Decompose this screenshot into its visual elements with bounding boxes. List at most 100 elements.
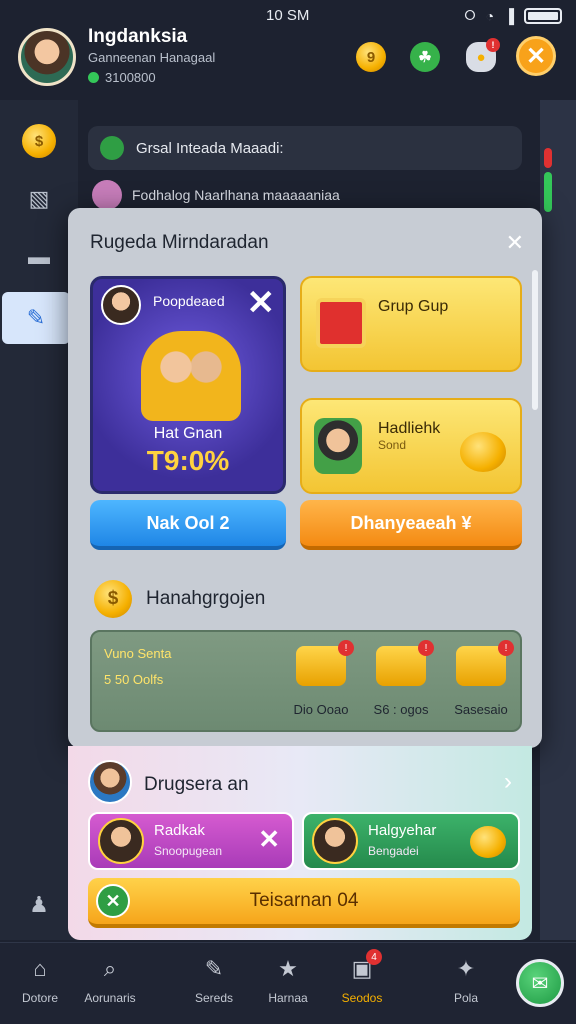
friend-card-pink[interactable]: Radkak Snoopugean ✕ bbox=[88, 812, 294, 870]
modal-close-icon[interactable]: ✕ bbox=[506, 230, 524, 256]
leaf-icon[interactable]: ☘ bbox=[410, 42, 440, 72]
reward-item[interactable]: ! S6 : ogos bbox=[366, 640, 436, 717]
panel-title: Drugsera an bbox=[144, 774, 249, 795]
nav-badge: 4 bbox=[366, 949, 382, 965]
user-avatar[interactable] bbox=[18, 28, 76, 86]
indicator-red bbox=[544, 148, 552, 168]
nav-item-pola[interactable]: ✦ Pola bbox=[426, 955, 506, 1005]
rail-profile-icon[interactable]: ♟ bbox=[18, 884, 60, 926]
left-rail: $ ▧ ▬ ✎ ♟ bbox=[0, 100, 78, 940]
user-id: 3100800 bbox=[88, 70, 156, 85]
friends-panel: Drugsera an › Radkak Snoopugean ✕ Halgye… bbox=[68, 746, 532, 940]
promo-name: Poopdeaed bbox=[153, 293, 225, 309]
reward-bars-icon: ! bbox=[456, 640, 514, 686]
rail-chat-icon[interactable]: ▧ bbox=[18, 178, 60, 220]
nav-item-harnaa[interactable]: ★ Harnaa bbox=[248, 955, 328, 1005]
app-header: Ingdanksia Ganneenan Hanagaal 3100800 9 … bbox=[0, 20, 576, 102]
user-name: Ingdanksia bbox=[88, 26, 188, 47]
home-icon: ⌂ bbox=[33, 956, 47, 981]
rewards-section-header: $ Hanahgrgojen bbox=[94, 580, 265, 618]
nav-label: Dotore bbox=[21, 991, 59, 1005]
nav-item-search[interactable]: ⌕ Aorunaris bbox=[70, 955, 150, 1005]
reward-item[interactable]: ! Sasesaio bbox=[446, 640, 516, 717]
profile-tile-title: Hadliehk bbox=[378, 420, 441, 437]
friend-card-title: Radkak bbox=[154, 822, 205, 839]
friend-card-subtitle: Bengadei bbox=[368, 844, 419, 858]
user-subtitle: Ganneenan Hanagaal bbox=[88, 50, 216, 65]
nav-item-seodos[interactable]: ▣ 4 Seodos bbox=[322, 949, 402, 1005]
feed-avatar bbox=[92, 180, 122, 210]
reward-badge: ! bbox=[338, 640, 354, 656]
reward-gold-icon: ! bbox=[376, 640, 434, 686]
search-icon: ⌕ bbox=[103, 956, 117, 981]
leaf-icon bbox=[100, 136, 124, 160]
reward-item[interactable]: ! Dio Ooao bbox=[286, 640, 356, 717]
feed-row[interactable]: Fodhalog Naarlhana maaaaaniaa bbox=[92, 180, 532, 210]
profile-tile[interactable]: Hadliehk Sond bbox=[300, 398, 522, 494]
dismiss-icon[interactable]: ✕ bbox=[258, 824, 280, 855]
coins-icon bbox=[470, 826, 506, 858]
reward-caption: S6 : ogos bbox=[373, 702, 429, 717]
nav-label: Sereds bbox=[194, 991, 234, 1005]
profile-tile-subtitle: Sond bbox=[378, 438, 407, 452]
gift-icon bbox=[316, 298, 366, 348]
rewards-label: Vuno Senta bbox=[104, 646, 172, 661]
primary-blue-button[interactable]: Nak Ool 2 bbox=[90, 500, 286, 550]
modal-title: Rugeda Mirndaradan bbox=[90, 232, 269, 253]
friend-avatar bbox=[98, 818, 144, 864]
coin-count: 9 bbox=[366, 48, 376, 66]
notice-card[interactable]: Grsal Inteada Maaadi: bbox=[88, 126, 522, 170]
sparkle-icon: ✦ bbox=[456, 956, 476, 981]
reward-caption: Dio Ooao bbox=[293, 702, 349, 717]
compose-fab-icon[interactable]: ✉ bbox=[516, 959, 564, 1007]
claim-button-label: Teisarnan 04 bbox=[249, 890, 359, 911]
nav-label: Seodos bbox=[341, 991, 383, 1005]
right-strip bbox=[540, 100, 576, 940]
rewards-value: 5 50 Oolfs bbox=[104, 672, 164, 687]
rail-edit-icon[interactable]: ✎ bbox=[2, 292, 70, 344]
promo-artwork bbox=[141, 331, 241, 421]
nav-item-home[interactable]: ⌂ Dotore bbox=[0, 955, 80, 1005]
coin-icon: $ bbox=[22, 124, 56, 158]
section-title: Hanahgrgojen bbox=[146, 588, 266, 609]
gift-tile-title: Grup Gup bbox=[378, 298, 449, 315]
close-icon[interactable]: ✕ bbox=[516, 36, 556, 76]
gift-tile[interactable]: Grup Gup bbox=[300, 276, 522, 372]
promo-avatar bbox=[101, 285, 141, 325]
online-status-icon bbox=[88, 72, 99, 83]
cloud-coin-icon[interactable]: ●! bbox=[466, 38, 500, 72]
friend-card-title: Halgyehar bbox=[368, 822, 437, 839]
notification-badge: ! bbox=[486, 38, 500, 52]
reward-badge: ! bbox=[418, 640, 434, 656]
promo-card[interactable]: Poopdeaed ✕ Hat Gnan T9:0% bbox=[90, 276, 286, 494]
promo-value: T9:0% bbox=[146, 445, 230, 476]
friend-card-green[interactable]: Halgyehar Bengadei bbox=[302, 812, 520, 870]
rail-message-icon[interactable]: ▬ bbox=[18, 236, 60, 278]
rail-coin-icon[interactable]: $ bbox=[18, 120, 60, 162]
rewards-modal: Rugeda Mirndaradan ✕ Poopdeaed ✕ Hat Gna… bbox=[68, 208, 542, 748]
promo-label: Hat Gnan bbox=[153, 425, 223, 442]
coin-icon[interactable]: 9 bbox=[356, 42, 386, 72]
edit-icon: ▣ 4 bbox=[348, 949, 382, 983]
reward-box-icon: ! bbox=[296, 640, 354, 686]
coin-icon: $ bbox=[94, 580, 132, 618]
nav-label: Pola bbox=[453, 991, 479, 1005]
primary-orange-button[interactable]: Dhanyeaeah ¥ bbox=[300, 500, 522, 550]
pencil-icon: ✎ bbox=[204, 956, 224, 981]
claim-button[interactable]: ✕ Teisarnan 04 bbox=[88, 878, 520, 928]
friend-avatar bbox=[312, 818, 358, 864]
nav-label: Aorunaris bbox=[84, 991, 136, 1005]
modal-scrollbar[interactable] bbox=[532, 270, 538, 410]
nav-item-sereds[interactable]: ✎ Sereds bbox=[174, 955, 254, 1005]
promo-close-icon[interactable]: ✕ bbox=[247, 283, 276, 323]
bottom-nav: ⌂ Dotore ⌕ Aorunaris ✎ Sereds ★ Harnaa ▣… bbox=[0, 942, 576, 1024]
panel-avatar bbox=[88, 760, 132, 804]
nav-label: Harnaa bbox=[268, 991, 308, 1005]
user-id-text: 3100800 bbox=[105, 70, 156, 85]
coin-stack-icon bbox=[460, 432, 506, 472]
rewards-strip: Vuno Senta 5 50 Oolfs ! Dio Ooao ! S6 : … bbox=[90, 630, 522, 732]
notice-text: Grsal Inteada Maaadi: bbox=[136, 139, 284, 157]
star-icon: ★ bbox=[278, 956, 298, 981]
feed-text: Fodhalog Naarlhana maaaaaniaa bbox=[132, 187, 340, 203]
chevron-right-icon[interactable]: › bbox=[504, 768, 512, 796]
